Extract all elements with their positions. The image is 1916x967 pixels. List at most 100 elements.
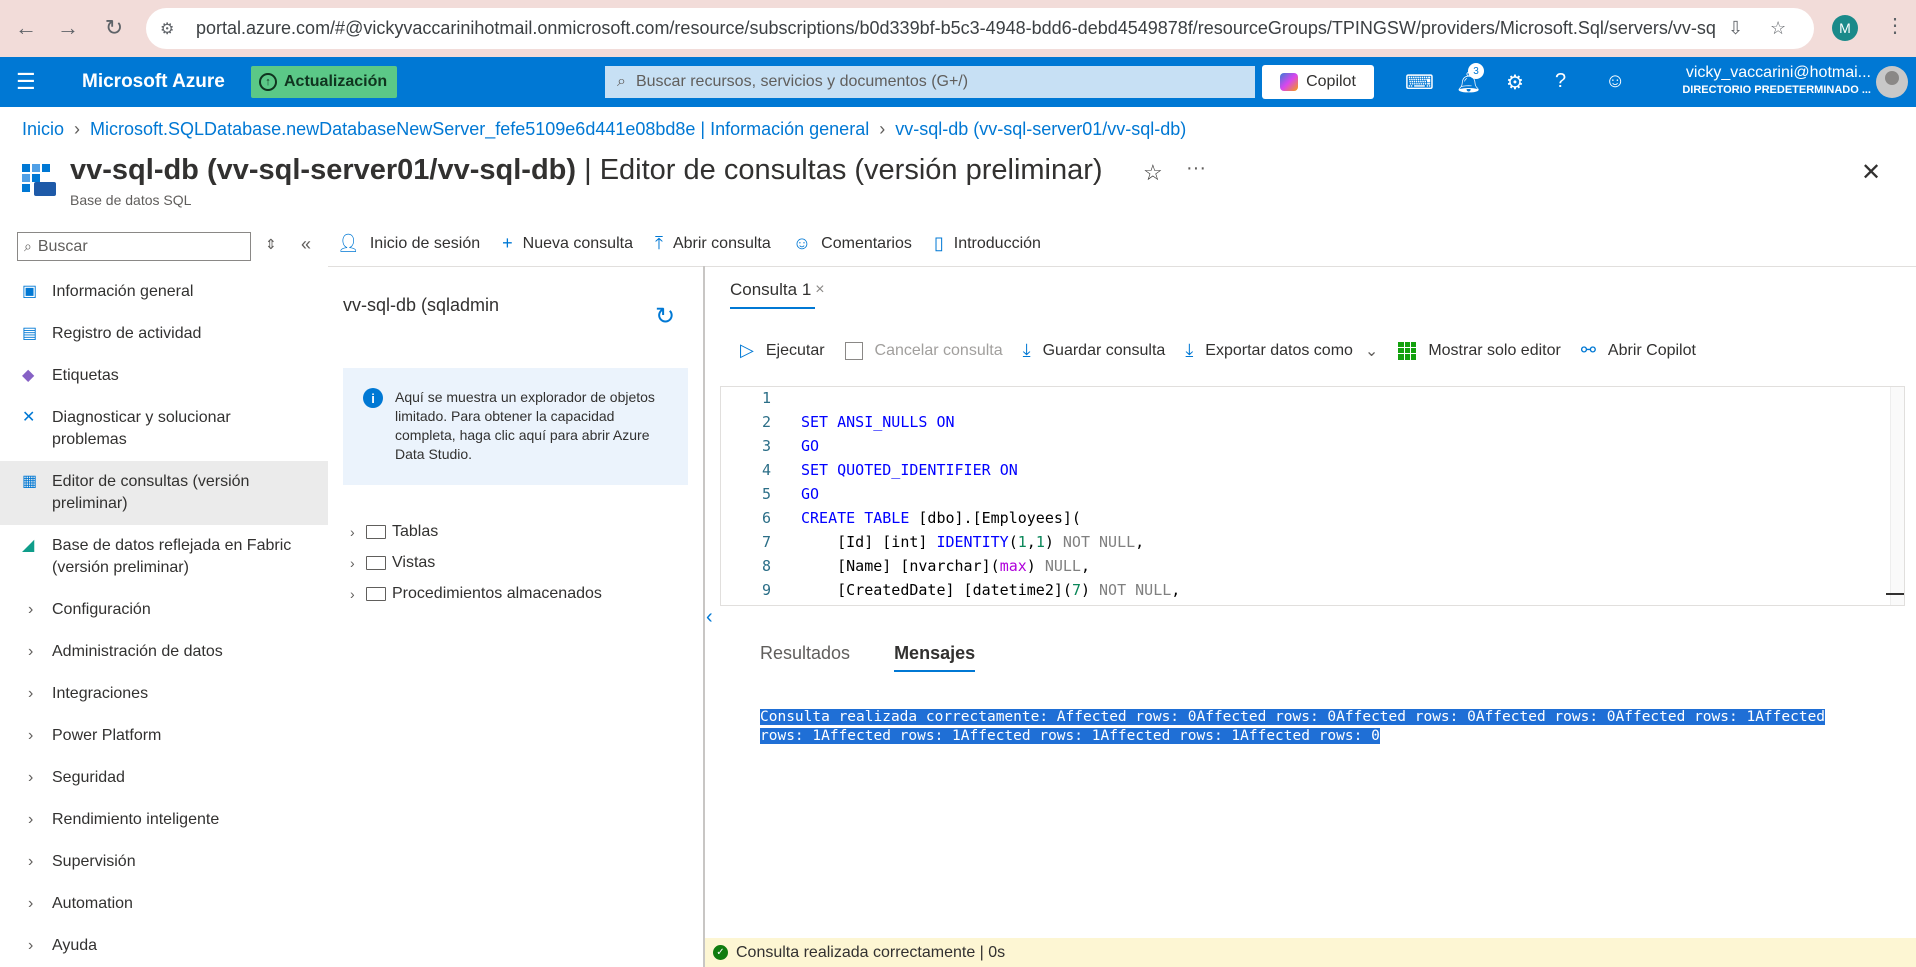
sidebar-search-placeholder: Buscar (37, 237, 88, 255)
sidebar-item-label: Información general (52, 283, 194, 300)
azure-brand[interactable]: Microsoft Azure (82, 71, 225, 93)
chevron-right-icon[interactable]: › (350, 524, 360, 540)
install-app-icon[interactable]: ⇩ (1728, 18, 1743, 39)
close-blade-icon[interactable]: ✕ (1861, 158, 1881, 187)
sql-code-editor[interactable]: 1 2 SET ANSI_NULLS ON 3 GO 4 SET QUOTED_IDE… (720, 386, 1905, 606)
login-label: Inicio de sesión (369, 234, 481, 252)
browser-menu-icon[interactable]: ⋮ (1885, 13, 1905, 38)
sidebar-group-settings[interactable]: › Configuración (0, 589, 328, 631)
line-number: 5 (761, 485, 771, 503)
copilot-button[interactable]: Copilot (1262, 65, 1374, 99)
sidebar-group-data-management[interactable]: › Administración de datos (0, 631, 328, 673)
editor-only-button[interactable]: Mostrar solo editor (1398, 341, 1561, 360)
back-icon[interactable]: ← (6, 8, 46, 48)
refresh-icon[interactable]: ↻ (655, 302, 675, 331)
page-title: vv-sql-db (vv-sql-server01/vv-sql-db) | … (70, 154, 1103, 187)
feedback-button[interactable]: ☺ Comentarios (793, 233, 912, 254)
more-options-icon[interactable]: ··· (1186, 157, 1206, 180)
hamburger-menu-icon[interactable]: ☰ (16, 69, 36, 95)
feedback-icon[interactable]: ☺ (1605, 70, 1625, 93)
info-icon: i (363, 388, 383, 408)
sidebar-group-automation[interactable]: › Automation (0, 883, 328, 925)
chevron-right-icon[interactable]: › (350, 586, 360, 602)
sidebar-item-fabric[interactable]: ◢ Base de datos reflejada en Fabric (ver… (0, 525, 328, 589)
sidebar-group-intelligent-performance[interactable]: › Rendimiento inteligente (0, 799, 328, 841)
sidebar-item-label: Rendimiento inteligente (52, 811, 220, 828)
help-icon[interactable]: ? (1555, 70, 1566, 93)
update-button[interactable]: ↑ Actualización (251, 66, 398, 98)
sidebar-item-tags[interactable]: ◆ Etiquetas (0, 355, 328, 397)
sidebar-item-query-editor[interactable]: ▦ Editor de consultas (versión prelimina… (0, 461, 328, 525)
breadcrumb-database[interactable]: vv-sql-db (vv-sql-server01/vv-sql-db) (895, 119, 1186, 140)
sidebar-item-activity-log[interactable]: ▤ Registro de actividad (0, 313, 328, 355)
messages-output[interactable]: Consulta realizada correctamente: Affect… (760, 708, 1870, 746)
intro-button[interactable]: ▯ Introducción (934, 233, 1041, 254)
bookmark-star-icon[interactable]: ☆ (1770, 18, 1786, 39)
sidebar-item-label: Ayuda (52, 937, 98, 954)
chevron-right-icon[interactable]: › (350, 555, 360, 571)
close-tab-icon[interactable]: × (815, 281, 824, 299)
tree-node-tables[interactable]: › Tablas (350, 516, 602, 547)
sidebar-group-monitoring[interactable]: › Supervisión (0, 841, 328, 883)
settings-gear-icon[interactable]: ⚙ (1506, 70, 1524, 95)
breadcrumb-deployment[interactable]: Microsoft.SQLDatabase.newDatabaseNewServ… (90, 119, 869, 140)
account-menu[interactable]: vicky_vaccarini@hotmai... DIRECTORIO PRE… (1666, 64, 1871, 96)
favorite-star-icon[interactable]: ☆ (1143, 160, 1163, 186)
sidebar-item-label: Integraciones (52, 685, 149, 702)
sidebar-item-overview[interactable]: ▣ Información general (0, 271, 328, 313)
url-text: portal.azure.com/#@vickyvaccarinihotmail… (196, 18, 1716, 38)
site-settings-icon[interactable]: ⚙ (160, 19, 182, 39)
results-tabs: Resultados Mensajes (760, 643, 976, 672)
editor-only-label: Mostrar solo editor (1428, 341, 1561, 359)
cancel-label: Cancelar consulta (874, 341, 1003, 359)
sidebar-group-help[interactable]: › Ayuda (0, 925, 328, 967)
active-tab-indicator (730, 307, 815, 309)
sidebar-item-diagnose[interactable]: ✕ Diagnosticar y solucionar problemas (0, 397, 328, 461)
reload-icon[interactable]: ↻ (94, 8, 134, 48)
user-name: vicky_vaccarini@hotmai... (1685, 64, 1871, 81)
sidebar-item-label: Etiquetas (52, 367, 119, 384)
sidebar-item-label: Seguridad (52, 769, 125, 786)
collapse-sidebar-icon[interactable]: « (301, 234, 311, 255)
sidebar-search-input[interactable]: ⌕ Buscar (17, 232, 251, 261)
line-number: 6 (761, 509, 771, 527)
sidebar-group-integrations[interactable]: › Integraciones (0, 673, 328, 715)
new-query-button[interactable]: + Nueva consulta (502, 233, 633, 254)
explorer-info-banner[interactable]: i Aquí se muestra un explorador de objet… (343, 368, 688, 485)
cancel-query-button[interactable]: Cancelar consulta (844, 341, 1003, 360)
query-status-bar: ✓ Consulta realizada correctamente | 0s (705, 938, 1916, 967)
tree-node-views[interactable]: › Vistas (350, 547, 602, 578)
sidebar-group-security[interactable]: › Seguridad (0, 757, 328, 799)
tab-results[interactable]: Resultados (760, 643, 850, 672)
login-button[interactable]: 👤︎ Inicio de sesión (337, 233, 480, 254)
run-button[interactable]: ▷ Ejecutar (740, 340, 825, 361)
editor-scrollbar[interactable] (1890, 387, 1904, 605)
browser-toolbar: ← → ↻ ⚙ portal.azure.com/#@vickyvaccarin… (0, 0, 1916, 57)
save-query-button[interactable]: ⤓ Guardar consulta (1023, 340, 1166, 361)
editor-toolbar: ▷ Ejecutar Cancelar consulta ⤓ Guardar c… (740, 340, 1696, 361)
pane-splitter[interactable] (703, 266, 705, 967)
sidebar-group-power-platform[interactable]: › Power Platform (0, 715, 328, 757)
browser-profile-avatar[interactable]: M (1832, 15, 1858, 41)
chevron-left-icon[interactable]: ‹ (706, 606, 713, 629)
breadcrumb: Inicio › Microsoft.SQLDatabase.newDataba… (22, 119, 1186, 140)
open-query-button[interactable]: ⤒ Abrir consulta (655, 233, 771, 254)
tree-node-stored-procedures[interactable]: › Procedimientos almacenados (350, 578, 602, 609)
forward-icon[interactable]: → (48, 8, 88, 48)
command-bar: 👤︎ Inicio de sesión + Nueva consulta ⤒ A… (337, 233, 1041, 254)
global-search-input[interactable]: ⌕ Buscar recursos, servicios y documento… (605, 66, 1255, 98)
export-data-dropdown[interactable]: ⤓ Exportar datos como ⌄ (1185, 340, 1378, 361)
chevron-down-icon: ⌄ (1364, 342, 1379, 360)
address-bar[interactable]: ⚙ portal.azure.com/#@vickyvaccarinihotma… (146, 8, 1814, 49)
code-line: 4 SET QUOTED_IDENTIFIER ON (721, 461, 1018, 485)
tree-node-label: Procedimientos almacenados (392, 584, 602, 602)
tab-messages[interactable]: Mensajes (894, 643, 976, 672)
chevron-right-icon: › (28, 769, 34, 786)
tab-query-1[interactable]: Consulta 1 × (730, 280, 825, 300)
sort-icon[interactable]: ⇕ (265, 236, 277, 253)
cloud-shell-icon[interactable]: ⌨ (1405, 70, 1434, 95)
user-avatar[interactable] (1876, 66, 1908, 98)
breadcrumb-home[interactable]: Inicio (22, 119, 64, 140)
code-line: 9 [CreatedDate] [datetime2](7) NOT NULL, (721, 581, 1180, 605)
open-copilot-button[interactable]: ⚯ Abrir Copilot (1581, 340, 1696, 361)
